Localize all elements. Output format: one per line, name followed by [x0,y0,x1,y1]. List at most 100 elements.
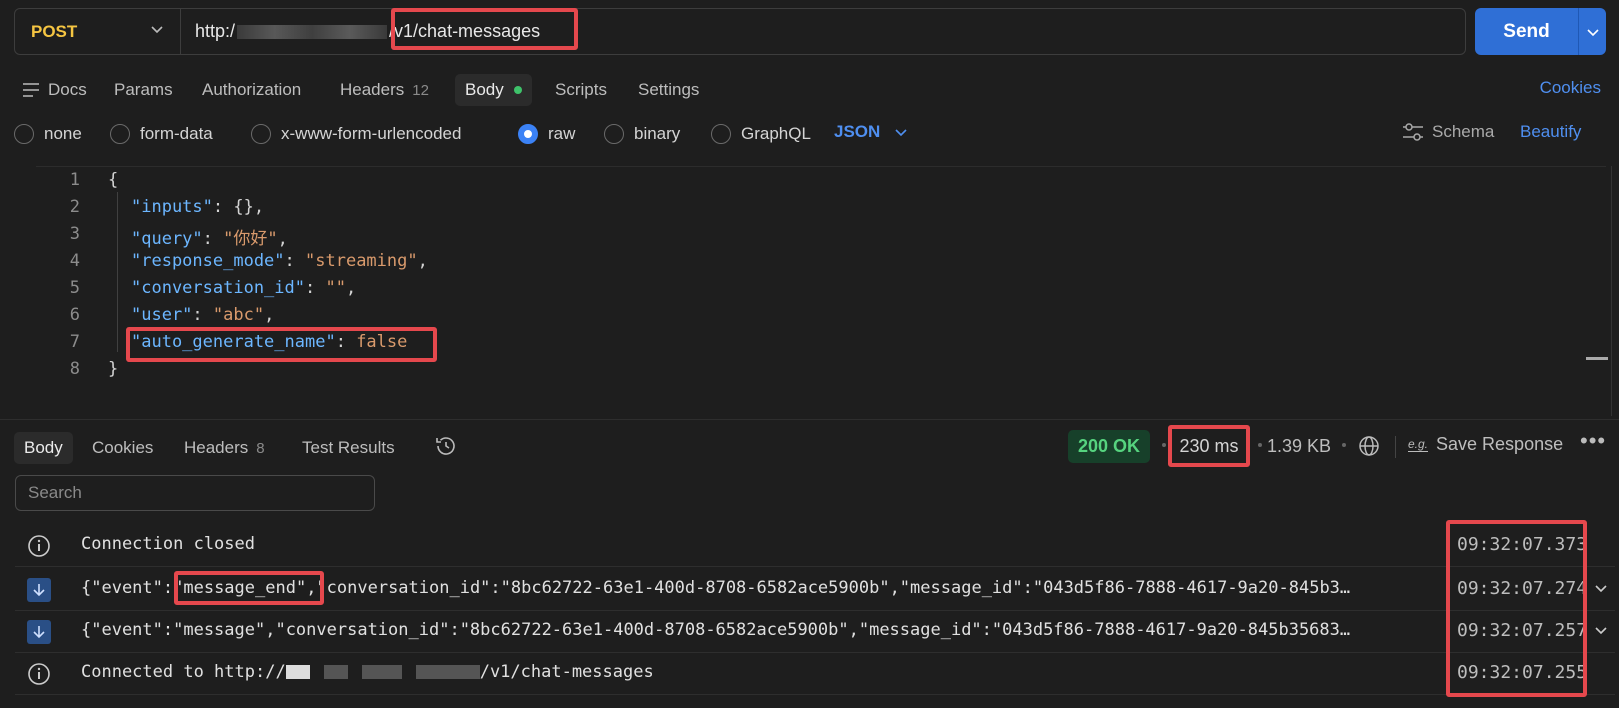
json-comma: , [264,305,275,325]
tab-headers[interactable]: Headers 12 [340,74,429,106]
line-number: 4 [69,251,80,271]
response-tab-body[interactable]: Body [14,432,73,464]
tab-headers-label: Headers [340,80,405,99]
radio-urlencoded[interactable]: x-www-form-urlencoded [251,122,461,146]
send-options-button[interactable] [1579,24,1606,40]
json-key: "response_mode" [131,251,285,271]
chevron-down-icon[interactable] [1593,622,1609,638]
json-comma: , [277,229,288,249]
message-suffix: /v1/chat-messages [479,662,654,682]
sliders-icon [1403,123,1423,141]
radio-form-data-label: form-data [140,124,213,143]
tab-docs[interactable]: Docs [22,74,87,106]
code-line-2[interactable]: "inputs": {}, [131,197,264,217]
response-headers-count: 8 [256,439,265,457]
json-colon: : [284,251,306,271]
schema-button[interactable]: Schema [1402,122,1494,142]
minimap-cursor [1586,357,1608,360]
search-input[interactable] [15,475,375,511]
radio-binary-label: binary [634,124,681,143]
separator-dot [1258,443,1262,447]
radio-none[interactable]: none [14,122,82,146]
json-key: "query" [131,229,203,249]
json-colon: : [202,229,224,249]
line-number: 1 [69,170,80,190]
tab-scripts-label: Scripts [555,80,607,99]
response-size[interactable]: 1.39 KB [1267,436,1331,457]
body-modified-dot [513,86,522,94]
save-response-label: Save Response [1436,434,1564,454]
tab-docs-label: Docs [48,80,87,99]
message-text: {"event":"message","conversation_id":"8b… [81,620,1351,640]
method-select[interactable]: POST [15,9,181,54]
highlight-box [126,327,437,362]
line-number: 3 [69,224,80,244]
tab-authorization[interactable]: Authorization [202,74,301,106]
format-select[interactable]: JSON [834,122,908,142]
url-bar: POST http://v1/chat-messages [14,8,1466,55]
response-divider[interactable] [0,419,1619,420]
tab-body[interactable]: Body [455,74,532,106]
code-line-3[interactable]: "query": "你好", [131,224,288,249]
message-suffix: ,"conversation_id":"8bc62722-63e1-400d-8… [306,578,1351,598]
separator-dot [1342,443,1346,447]
brace-close: } [108,359,119,379]
toolbar-divider [1395,436,1396,458]
more-options-icon[interactable]: ••• [1580,428,1606,454]
code-line-6[interactable]: "user": "abc", [131,305,274,325]
send-button[interactable]: Send [1475,8,1606,55]
radio-circle-selected [518,124,538,144]
code-line-5[interactable]: "conversation_id": "", [131,278,356,298]
redacted-host [415,665,480,679]
info-icon [28,535,50,557]
radio-circle [711,124,731,144]
json-punct: : {}, [212,197,265,217]
response-tab-body-label: Body [24,438,63,457]
editor-divider [36,166,1606,167]
format-label: JSON [834,122,881,141]
history-icon[interactable] [434,434,458,463]
save-response-button[interactable]: e.g. Save Response [1408,434,1563,455]
radio-graphql[interactable]: GraphQL [711,122,811,146]
redacted-host [237,25,388,40]
response-tab-test-results[interactable]: Test Results [302,432,395,464]
code-line-1[interactable]: { [108,170,118,190]
json-value: "abc" [212,305,265,325]
tab-settings[interactable]: Settings [638,74,699,106]
highlight-box [391,8,578,50]
response-tab-headers[interactable]: Headers 8 [184,432,265,464]
list-item[interactable]: Connected to http:///v1/chat-messages 09… [15,651,1615,695]
response-tab-cookies-label: Cookies [92,438,154,457]
radio-binary[interactable]: binary [604,122,680,146]
json-comma: , [417,251,428,271]
json-colon: : [305,278,326,298]
code-line-8[interactable]: } [108,359,118,379]
json-key: "conversation_id" [131,278,305,298]
cookies-link[interactable]: Cookies [1540,78,1601,98]
arrow-down-icon [27,620,51,644]
radio-circle [14,124,34,144]
list-item[interactable]: {"event":"message","conversation_id":"8b… [15,609,1615,653]
beautify-button[interactable]: Beautify [1520,122,1581,142]
response-time[interactable]: 230 ms [1168,425,1250,467]
tab-scripts[interactable]: Scripts [555,74,607,106]
globe-icon[interactable] [1357,434,1381,463]
editor-scrollbar[interactable] [1611,166,1612,416]
response-tab-test-results-label: Test Results [302,438,395,457]
chevron-down-icon [1586,28,1599,36]
method-label: POST [31,21,78,41]
tab-params[interactable]: Params [114,74,173,106]
message-text: Connection closed [81,534,255,554]
message-text: Connected to http:// /v1/chat-messages [81,662,1441,682]
separator-dot [1162,443,1166,447]
status-badge[interactable]: 200 OK [1068,430,1151,463]
radio-raw[interactable]: raw [518,122,575,146]
brace-open: { [108,170,119,190]
response-tab-cookies[interactable]: Cookies [92,432,153,464]
radio-form-data[interactable]: form-data [110,122,213,146]
line-number: 6 [69,305,80,325]
list-item[interactable]: Connection closed 09:32:07.373 [15,523,1615,567]
response-tab-headers-label: Headers [184,438,249,457]
chevron-down-icon[interactable] [1593,580,1609,596]
code-line-4[interactable]: "response_mode": "streaming", [131,251,428,271]
